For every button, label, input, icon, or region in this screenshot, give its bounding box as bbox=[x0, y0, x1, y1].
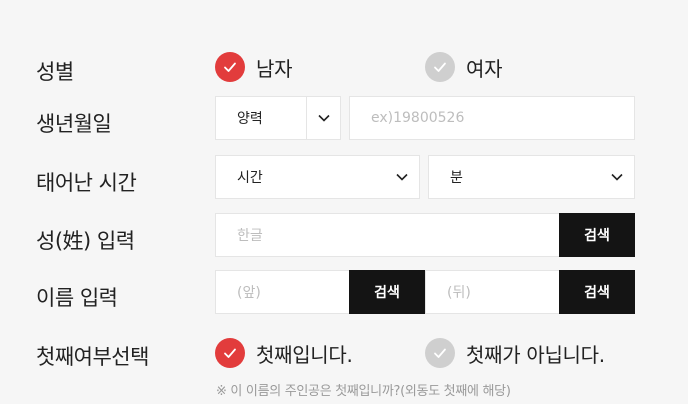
check-icon bbox=[215, 52, 245, 82]
chevron-down-icon bbox=[385, 156, 419, 198]
name-front-search-button[interactable]: 검색 bbox=[349, 270, 425, 314]
surname-label: 성(姓) 입력 bbox=[36, 229, 135, 253]
gender-male-label: 남자 bbox=[256, 56, 293, 81]
first-child-yes-label: 첫째입니다. bbox=[256, 342, 353, 367]
minute-value: 분 bbox=[450, 170, 463, 186]
birth-date-input[interactable]: ex)19800526 bbox=[349, 96, 635, 140]
name-back-input[interactable]: (뒤) bbox=[425, 270, 561, 314]
name-front-input[interactable]: (앞) bbox=[215, 270, 351, 314]
birth-time-label: 태어난 시간 bbox=[36, 171, 137, 195]
check-icon bbox=[215, 338, 245, 368]
first-child-label: 첫째여부선택 bbox=[36, 345, 149, 369]
chevron-down-icon bbox=[600, 156, 634, 198]
name-back-search-button[interactable]: 검색 bbox=[559, 270, 635, 314]
gender-male-radio[interactable]: 남자 bbox=[215, 52, 293, 82]
surname-input[interactable]: 한글 bbox=[215, 213, 561, 257]
name-label: 이름 입력 bbox=[36, 286, 118, 310]
gender-female-radio[interactable]: 여자 bbox=[425, 52, 503, 82]
first-child-no-label: 첫째가 아닙니다. bbox=[466, 342, 605, 367]
gender-female-label: 여자 bbox=[466, 56, 503, 81]
calendar-type-value: 양력 bbox=[237, 111, 263, 127]
gender-label: 성별 bbox=[36, 60, 74, 84]
hour-select[interactable]: 시간 bbox=[215, 155, 420, 199]
minute-select[interactable]: 분 bbox=[428, 155, 635, 199]
birth-label: 생년월일 bbox=[36, 112, 112, 136]
first-child-yes-radio[interactable]: 첫째입니다. bbox=[215, 338, 353, 368]
check-icon bbox=[425, 52, 455, 82]
surname-search-button[interactable]: 검색 bbox=[559, 213, 635, 257]
check-icon bbox=[425, 338, 455, 368]
first-child-no-radio[interactable]: 첫째가 아닙니다. bbox=[425, 338, 605, 368]
hour-value: 시간 bbox=[237, 170, 263, 186]
first-child-note: ※ 이 이름의 주인공은 첫째입니까?(외동도 첫째에 해당) bbox=[216, 384, 511, 399]
chevron-down-icon bbox=[306, 97, 340, 139]
calendar-type-select[interactable]: 양력 bbox=[215, 96, 341, 140]
